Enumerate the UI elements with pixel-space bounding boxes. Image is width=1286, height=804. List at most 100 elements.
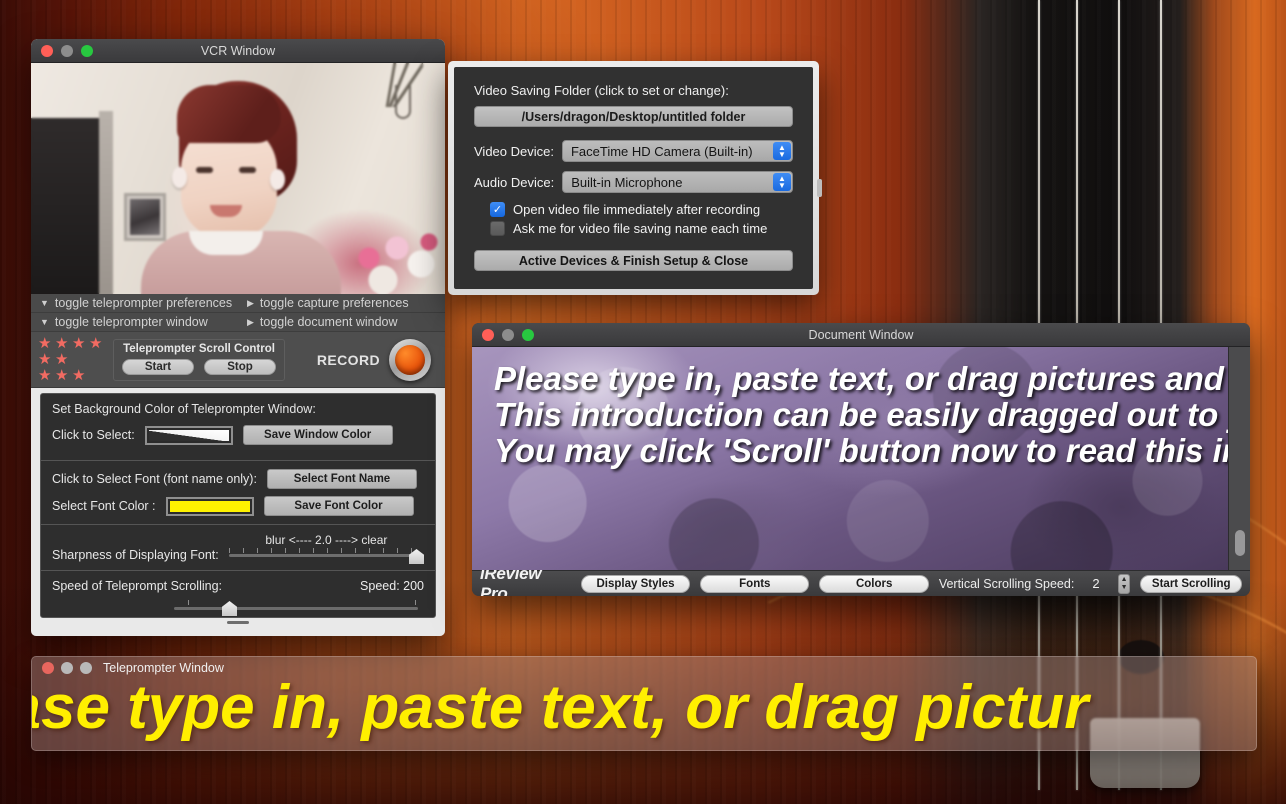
save-font-color-button[interactable]: Save Font Color xyxy=(263,496,414,516)
video-folder-header: Video Saving Folder (click to set or cha… xyxy=(474,83,729,98)
scrolling-speed-value[interactable]: 2 xyxy=(1084,576,1107,591)
ask-name-checkbox-label: Ask me for video file saving name each t… xyxy=(513,221,768,236)
chevron-down-icon[interactable]: ▼ xyxy=(1121,584,1128,592)
star-icon[interactable]: ★ xyxy=(89,336,104,351)
triangle-right-icon: ▶ xyxy=(247,316,254,327)
star-row: ★ ★ ★ xyxy=(38,368,113,383)
document-toolbar: iReview Pro Display Styles Fonts Colors … xyxy=(472,564,1250,596)
star-icon[interactable]: ★ xyxy=(38,336,53,351)
font-color-label: Select Font Color : xyxy=(52,499,156,513)
chevron-updown-icon: ▲ ▼ xyxy=(773,173,791,191)
audio-device-label: Audio Device: xyxy=(474,174,555,190)
vcr-resize-grip[interactable] xyxy=(31,618,445,627)
finish-setup-button[interactable]: Active Devices & Finish Setup & Close xyxy=(474,250,793,271)
close-button[interactable] xyxy=(41,44,53,57)
toggle-document-window[interactable]: ▶ toggle document window xyxy=(238,315,445,329)
scrollbar-thumb[interactable] xyxy=(1235,530,1245,556)
background-color-header: Set Background Color of Teleprompter Win… xyxy=(52,402,316,416)
zoom-button[interactable] xyxy=(81,44,93,57)
select-font-label: Click to Select Font (font name only): xyxy=(52,472,257,486)
open-video-checkbox-label: Open video file immediately after record… xyxy=(513,202,761,217)
triangle-down-icon: ▼ xyxy=(40,297,49,308)
ask-name-checkbox[interactable] xyxy=(490,221,505,236)
speed-slider-knob[interactable] xyxy=(222,601,237,616)
vcr-titlebar[interactable]: VCR Window xyxy=(31,39,445,63)
open-video-checkbox[interactable]: ✓ xyxy=(490,202,505,217)
teleprompter-window[interactable]: Teleprompter Window ease type in, paste … xyxy=(31,656,1257,751)
teleprompter-scroll-control: Teleprompter Scroll Control Start Stop xyxy=(113,338,285,381)
toggle-label: toggle capture preferences xyxy=(259,296,409,310)
vcr-window-title: VCR Window xyxy=(200,43,276,58)
document-titlebar[interactable]: Document Window xyxy=(472,323,1250,347)
video-device-row: Video Device: FaceTime HD Camera (Built-… xyxy=(474,140,793,162)
font-section: Click to Select Font (font name only): S… xyxy=(41,460,435,524)
save-window-color-button[interactable]: Save Window Color xyxy=(242,425,393,445)
scrolling-speed-stepper[interactable]: ▲ ▼ xyxy=(1117,573,1131,594)
audio-device-row: Audio Device: Built-in Microphone ▲ ▼ xyxy=(474,171,793,193)
document-traffic-lights[interactable] xyxy=(482,328,534,341)
font-color-well[interactable] xyxy=(165,496,254,516)
speed-readout: Speed: 200 xyxy=(360,579,424,593)
video-preview xyxy=(31,63,445,294)
settings-resize-grip[interactable] xyxy=(817,179,822,197)
speed-slider[interactable] xyxy=(52,600,424,616)
display-styles-button[interactable]: Display Styles xyxy=(580,574,691,593)
minimize-button[interactable] xyxy=(502,328,514,341)
start-scrolling-button[interactable]: Start Scrolling xyxy=(1140,574,1242,593)
video-device-value: FaceTime HD Camera (Built-in) xyxy=(570,143,753,159)
audio-device-value: Built-in Microphone xyxy=(571,174,683,190)
star-icon[interactable]: ★ xyxy=(55,352,70,367)
colors-button[interactable]: Colors xyxy=(819,574,929,593)
open-video-checkbox-row[interactable]: ✓ Open video file immediately after reco… xyxy=(490,202,793,217)
toggle-label: toggle teleprompter preferences xyxy=(54,296,233,310)
stop-scroll-button[interactable]: Stop xyxy=(204,358,276,375)
document-vertical-scrollbar[interactable] xyxy=(1228,347,1250,570)
record-button[interactable] xyxy=(389,338,431,381)
speed-label: Speed of Teleprompt Scrolling: xyxy=(52,579,223,593)
toggle-capture-preferences[interactable]: ▶ toggle capture preferences xyxy=(238,296,445,310)
document-text[interactable]: Please type in, paste text, or drag pict… xyxy=(494,361,1228,469)
background-color-section: Set Background Color of Teleprompter Win… xyxy=(41,394,435,460)
star-icon[interactable]: ★ xyxy=(55,336,70,351)
rating-stars[interactable]: ★ ★ ★ ★ ★ ★ ★ ★ ★ xyxy=(31,336,113,383)
document-window[interactable]: Document Window Please type in, paste te… xyxy=(472,323,1250,596)
record-label: RECORD xyxy=(316,351,380,368)
vcr-traffic-lights[interactable] xyxy=(41,44,93,57)
star-row: ★ ★ xyxy=(38,352,113,367)
document-line: Please type in, paste text, or drag pict… xyxy=(494,360,1228,397)
scrolling-speed-label: Vertical Scrolling Speed: xyxy=(938,576,1075,591)
close-button[interactable] xyxy=(482,328,494,341)
chevron-up-icon[interactable]: ▲ xyxy=(1121,576,1128,584)
capture-settings-panel[interactable]: Video Saving Folder (click to set or cha… xyxy=(448,61,822,295)
fonts-button[interactable]: Fonts xyxy=(700,574,810,593)
video-device-select[interactable]: FaceTime HD Camera (Built-in) ▲ ▼ xyxy=(561,140,793,162)
star-icon[interactable]: ★ xyxy=(38,352,53,367)
toggle-teleprompter-preferences[interactable]: ▼ toggle teleprompter preferences xyxy=(31,296,238,310)
select-font-name-button[interactable]: Select Font Name xyxy=(266,469,417,489)
sharpness-caption: blur <---- 2.0 ----> clear xyxy=(265,533,388,547)
teleprompter-text: ease type in, paste text, or drag pictur xyxy=(31,673,1089,742)
start-scroll-button[interactable]: Start xyxy=(122,358,194,375)
document-canvas[interactable]: Please type in, paste text, or drag pict… xyxy=(472,347,1228,570)
zoom-button[interactable] xyxy=(522,328,534,341)
star-icon[interactable]: ★ xyxy=(72,368,87,383)
click-to-select-label: Click to Select: xyxy=(52,428,135,442)
star-icon[interactable]: ★ xyxy=(38,368,53,383)
star-icon[interactable]: ★ xyxy=(72,336,87,351)
toggle-label: toggle document window xyxy=(259,315,398,329)
background-color-well[interactable] xyxy=(144,425,233,445)
document-window-title: Document Window xyxy=(808,327,914,342)
check-icon: ✓ xyxy=(492,204,503,216)
audio-device-select[interactable]: Built-in Microphone ▲ ▼ xyxy=(562,171,793,193)
sharpness-slider[interactable] xyxy=(228,548,424,564)
minimize-button[interactable] xyxy=(61,44,73,57)
chevron-updown-icon: ▲ ▼ xyxy=(773,142,791,160)
star-icon[interactable]: ★ xyxy=(55,368,70,383)
ask-name-checkbox-row[interactable]: Ask me for video file saving name each t… xyxy=(490,221,793,236)
triangle-right-icon: ▶ xyxy=(247,297,254,308)
toggle-teleprompter-window[interactable]: ▼ toggle teleprompter window xyxy=(31,315,238,329)
speed-section: Speed of Teleprompt Scrolling: Speed: 20… xyxy=(41,570,435,617)
video-folder-path-button[interactable]: /Users/dragon/Desktop/untitled folder xyxy=(474,106,793,127)
vcr-window[interactable]: VCR Window ▼ toggle teleprompter prefere… xyxy=(31,39,445,636)
toggle-rows: ▼ toggle teleprompter preferences ▶ togg… xyxy=(31,294,445,332)
